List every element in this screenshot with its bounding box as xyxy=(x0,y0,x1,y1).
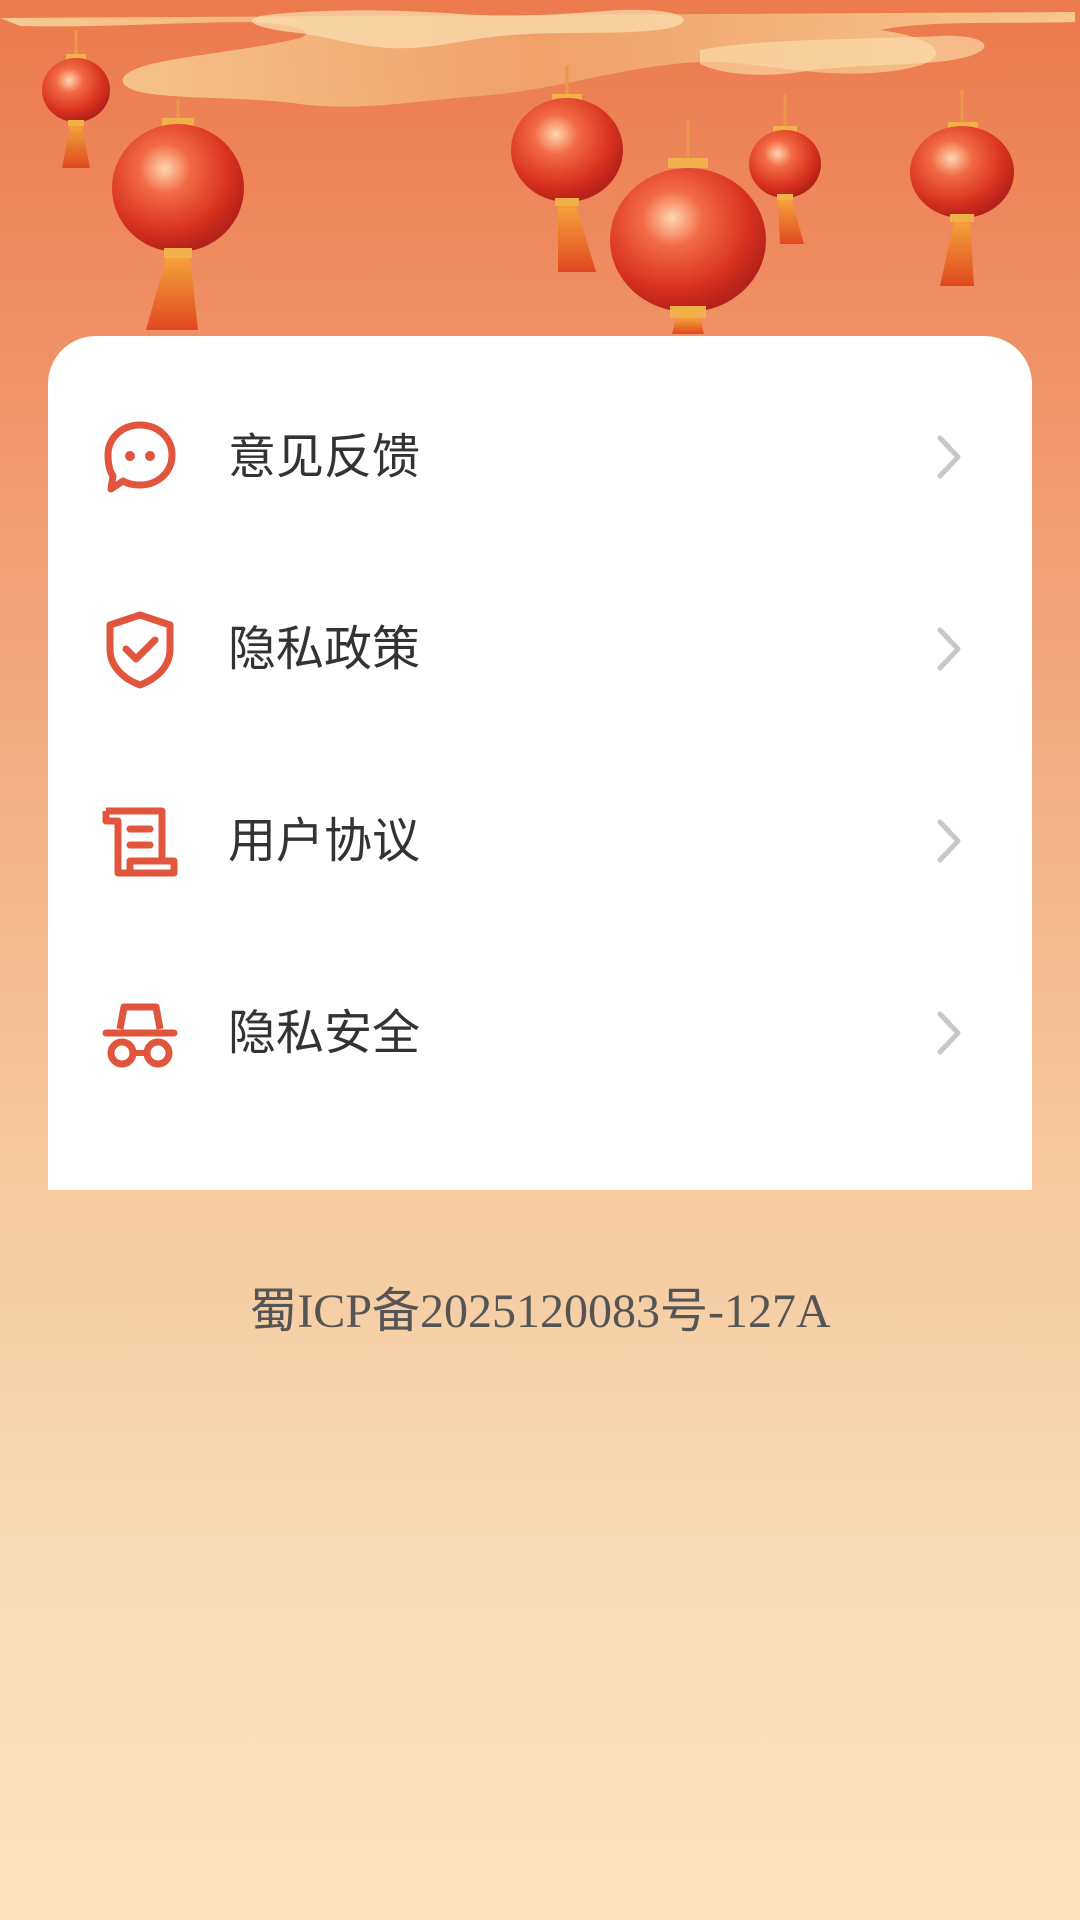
icp-record-text: 蜀ICP备2025120083号-127A xyxy=(249,1285,831,1338)
menu-card: 意见反馈 隐私政策 用户协议 隐私安全 xyxy=(48,336,1032,1190)
chevron-right-icon xyxy=(928,816,968,866)
chevron-right-icon xyxy=(928,1008,968,1058)
chat-bubble-icon xyxy=(100,417,180,497)
menu-item-label: 隐私安全 xyxy=(228,1005,421,1061)
menu-item-privacy-security[interactable]: 隐私安全 xyxy=(48,958,1032,1108)
menu-item-privacy-policy[interactable]: 隐私政策 xyxy=(48,574,1032,724)
menu-item-feedback[interactable]: 意见反馈 xyxy=(48,382,1032,532)
menu-item-label: 意见反馈 xyxy=(228,429,421,485)
lantern-header-decoration xyxy=(0,0,1080,340)
incognito-icon xyxy=(100,993,180,1073)
menu-item-label: 用户协议 xyxy=(228,813,421,869)
menu-item-label: 隐私政策 xyxy=(228,621,421,677)
menu-item-user-agreement[interactable]: 用户协议 xyxy=(48,766,1032,916)
shield-check-icon xyxy=(100,609,180,689)
scroll-document-icon xyxy=(100,801,180,881)
chevron-right-icon xyxy=(928,432,968,482)
chevron-right-icon xyxy=(928,624,968,674)
